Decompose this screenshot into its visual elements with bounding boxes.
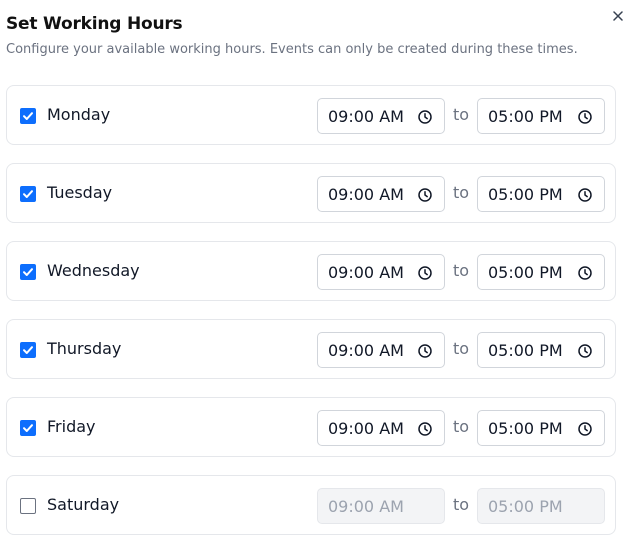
- to-separator: to: [453, 417, 470, 436]
- checkmark-icon: [23, 268, 33, 276]
- start-time-value: 09:00 AM: [328, 497, 404, 516]
- start-time-value: 09:00 AM: [328, 263, 404, 282]
- start-time-input[interactable]: 09:00 AM: [317, 176, 445, 212]
- day-checkbox-monday[interactable]: [20, 108, 36, 124]
- day-label: Thursday: [47, 339, 122, 358]
- close-button[interactable]: [610, 8, 626, 24]
- end-time-value: 05:00 PM: [488, 341, 563, 360]
- day-label: Saturday: [47, 495, 120, 514]
- end-time-value: 05:00 PM: [488, 419, 563, 438]
- start-time-input[interactable]: 09:00 AM: [317, 254, 445, 290]
- day-row-monday: Monday 09:00 AM to 05:00 PM: [6, 85, 616, 145]
- start-time-input[interactable]: 09:00 AM: [317, 98, 445, 134]
- clock-icon[interactable]: [417, 265, 433, 281]
- end-time-input[interactable]: 05:00 PM: [477, 410, 605, 446]
- day-row-thursday: Thursday 09:00 AM to 05:00 PM: [6, 319, 616, 379]
- day-label: Wednesday: [47, 261, 140, 280]
- to-separator: to: [453, 339, 470, 358]
- clock-icon[interactable]: [417, 343, 433, 359]
- clock-icon[interactable]: [577, 265, 593, 281]
- end-time-value: 05:00 PM: [488, 185, 563, 204]
- day-checkbox-saturday[interactable]: [20, 498, 36, 514]
- day-label: Friday: [47, 417, 96, 436]
- end-time-value: 05:00 PM: [488, 263, 563, 282]
- day-checkbox-wednesday[interactable]: [20, 264, 36, 280]
- to-separator: to: [453, 105, 470, 124]
- dialog-title: Set Working Hours: [6, 14, 183, 34]
- checkmark-icon: [23, 112, 33, 120]
- day-row-tuesday: Tuesday 09:00 AM to 05:00 PM: [6, 163, 616, 223]
- day-label: Tuesday: [47, 183, 113, 202]
- close-icon: [613, 11, 623, 21]
- clock-icon[interactable]: [577, 343, 593, 359]
- to-separator: to: [453, 495, 470, 514]
- start-time-value: 09:00 AM: [328, 419, 404, 438]
- dialog-description: Configure your available working hours. …: [6, 42, 578, 57]
- start-time-input[interactable]: 09:00 AM: [317, 488, 445, 524]
- day-checkbox-tuesday[interactable]: [20, 186, 36, 202]
- start-time-input[interactable]: 09:00 AM: [317, 410, 445, 446]
- checkmark-icon: [23, 424, 33, 432]
- clock-icon[interactable]: [417, 421, 433, 437]
- to-separator: to: [453, 261, 470, 280]
- start-time-value: 09:00 AM: [328, 185, 404, 204]
- clock-icon[interactable]: [577, 421, 593, 437]
- clock-icon[interactable]: [577, 187, 593, 203]
- clock-icon[interactable]: [577, 109, 593, 125]
- end-time-input[interactable]: 05:00 PM: [477, 98, 605, 134]
- end-time-value: 05:00 PM: [488, 497, 563, 516]
- day-checkbox-friday[interactable]: [20, 420, 36, 436]
- end-time-input[interactable]: 05:00 PM: [477, 254, 605, 290]
- start-time-value: 09:00 AM: [328, 341, 404, 360]
- end-time-input[interactable]: 05:00 PM: [477, 488, 605, 524]
- day-row-wednesday: Wednesday 09:00 AM to 05:00 PM: [6, 241, 616, 301]
- clock-icon[interactable]: [417, 109, 433, 125]
- day-row-saturday: Saturday 09:00 AM to 05:00 PM: [6, 475, 616, 535]
- start-time-input[interactable]: 09:00 AM: [317, 332, 445, 368]
- day-checkbox-thursday[interactable]: [20, 342, 36, 358]
- to-separator: to: [453, 183, 470, 202]
- day-row-friday: Friday 09:00 AM to 05:00 PM: [6, 397, 616, 457]
- day-label: Monday: [47, 105, 111, 124]
- end-time-input[interactable]: 05:00 PM: [477, 332, 605, 368]
- end-time-value: 05:00 PM: [488, 107, 563, 126]
- start-time-value: 09:00 AM: [328, 107, 404, 126]
- checkmark-icon: [23, 346, 33, 354]
- clock-icon[interactable]: [417, 187, 433, 203]
- checkmark-icon: [23, 190, 33, 198]
- end-time-input[interactable]: 05:00 PM: [477, 176, 605, 212]
